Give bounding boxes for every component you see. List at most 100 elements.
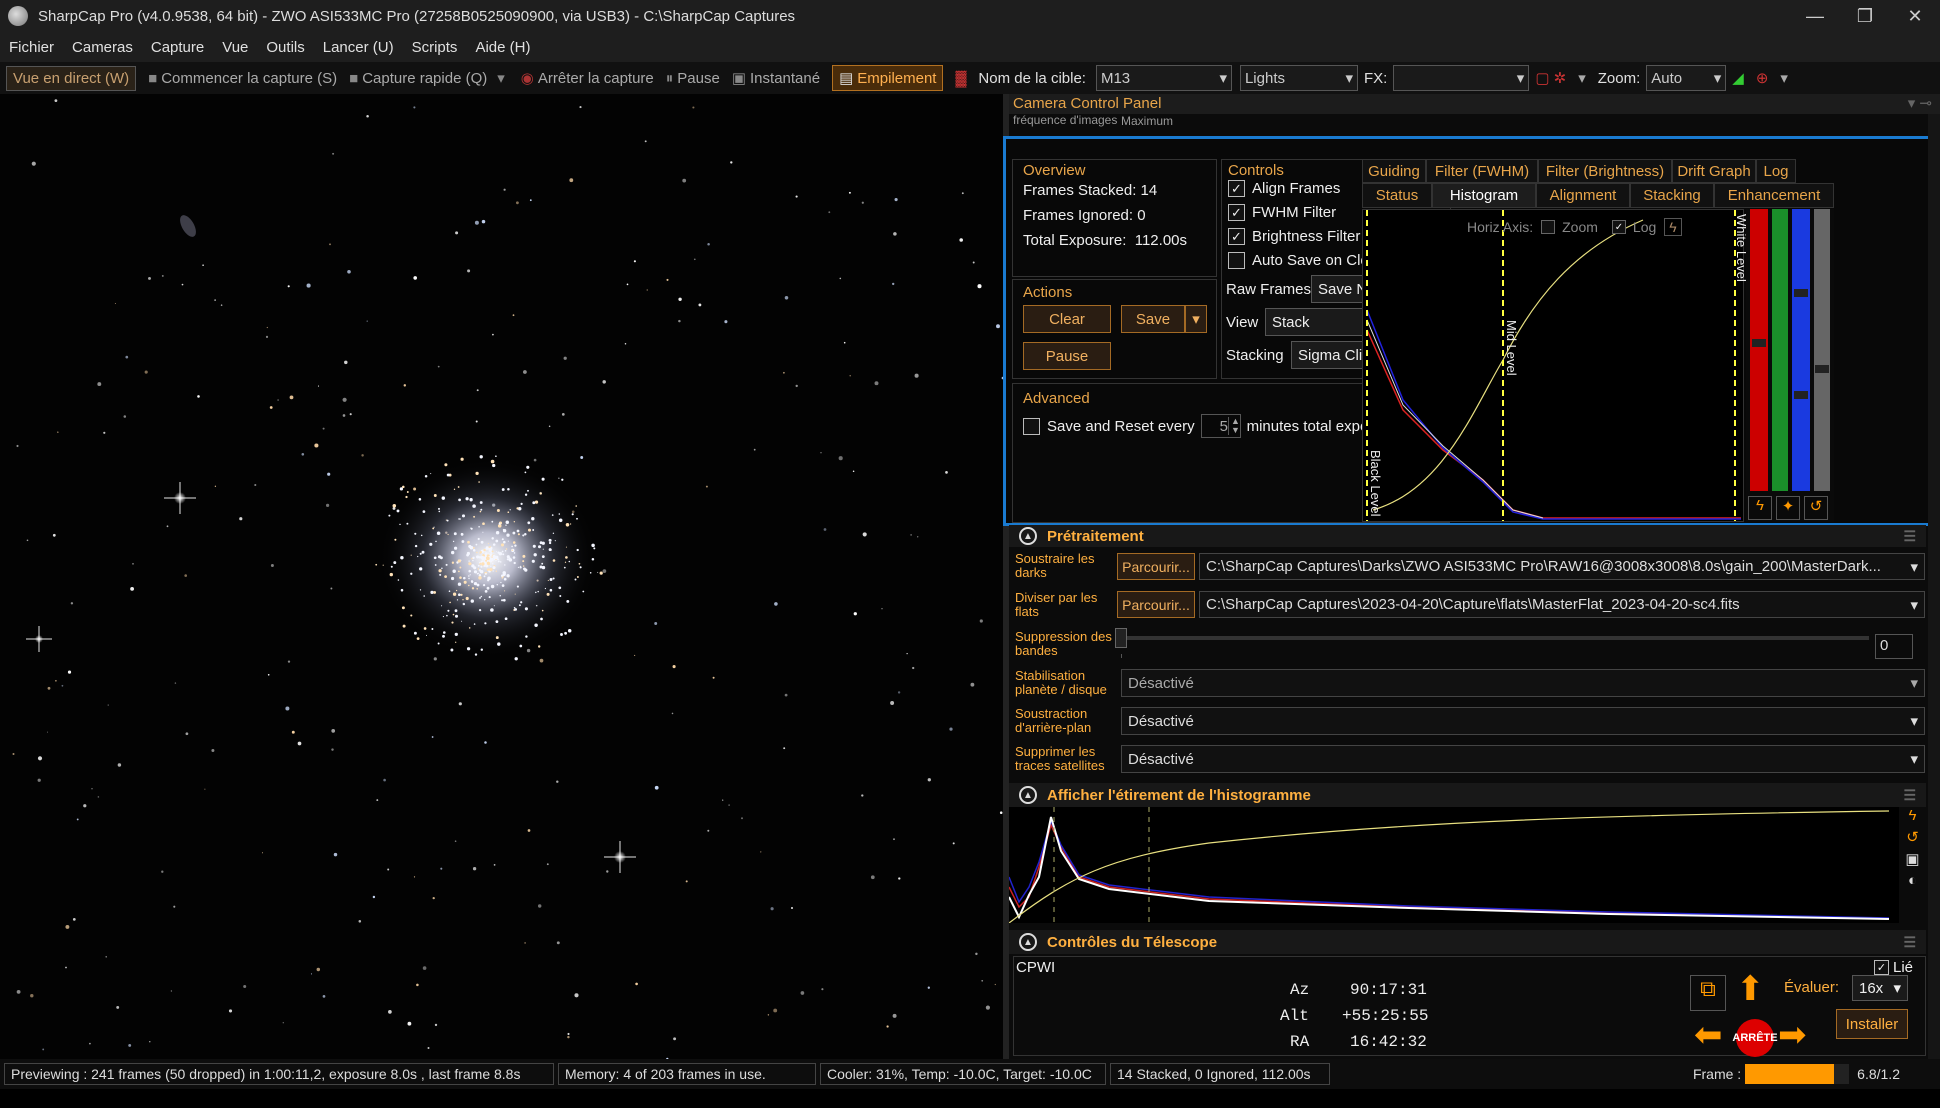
crosshair-icon[interactable]: ▢ ✲: [1535, 69, 1566, 87]
align-frames-checkbox[interactable]: ✓ Align Frames: [1228, 180, 1340, 197]
start-capture-button[interactable]: ■ Commencer la capture (S): [148, 70, 337, 87]
collapse-icon[interactable]: ▲: [1019, 527, 1037, 545]
slider-thumb[interactable]: [1815, 365, 1829, 373]
auto-stretch-icon[interactable]: ϟ: [1748, 496, 1772, 520]
tab-filter-brightness[interactable]: Filter (Brightness): [1538, 159, 1672, 183]
maximize-button[interactable]: ❐: [1840, 6, 1890, 27]
magnifier-icon[interactable]: ⊕: [1756, 69, 1769, 87]
stacking-button[interactable]: ▤ Empilement: [832, 65, 944, 91]
recording-icon[interactable]: ▓: [955, 70, 966, 87]
close-button[interactable]: ✕: [1890, 6, 1940, 27]
save-options-button[interactable]: ▾: [1185, 305, 1207, 333]
live-image-view[interactable]: [0, 94, 1003, 1059]
browse-darks-button[interactable]: Parcourir...: [1117, 553, 1195, 580]
rate-select[interactable]: 16x ▾: [1852, 975, 1908, 1001]
tab-filter-fwhm[interactable]: Filter (FWHM): [1426, 159, 1538, 183]
live-view-button[interactable]: Vue en direct (W): [6, 65, 137, 91]
tab-log[interactable]: Log: [1756, 159, 1796, 183]
slider-thumb[interactable]: [1794, 289, 1808, 297]
save-button[interactable]: Save: [1121, 305, 1185, 333]
banding-slider[interactable]: [1115, 628, 1869, 648]
menu-icon[interactable]: ☰: [1903, 528, 1916, 545]
menu-outils[interactable]: Outils: [266, 39, 304, 56]
stack-histogram[interactable]: Horiz Axis: Zoom ✓ Log ϟ Black Level Mid …: [1362, 209, 1749, 522]
pin-icon[interactable]: ▾ ⊸: [1908, 94, 1932, 114]
contrast-icon[interactable]: ◐: [1908, 872, 1917, 889]
save-icon[interactable]: ▣: [1905, 850, 1919, 868]
stop-mount-button[interactable]: ARRÊTE: [1732, 1019, 1778, 1057]
menu-icon[interactable]: ☰: [1903, 934, 1916, 951]
collapse-icon[interactable]: ▲: [1019, 933, 1037, 951]
chevron-down-icon[interactable]: ▾: [1780, 69, 1788, 87]
minimize-button[interactable]: —: [1790, 6, 1840, 27]
menu-fichier[interactable]: Fichier: [9, 39, 54, 56]
banding-value-input[interactable]: 0: [1875, 634, 1913, 659]
clear-button[interactable]: Clear: [1023, 305, 1111, 333]
chevron-down-icon[interactable]: ▾: [1578, 69, 1586, 87]
linked-checkbox[interactable]: ✓ Lié: [1874, 959, 1913, 976]
fwhm-filter-checkbox[interactable]: ✓ FWHM Filter: [1228, 204, 1336, 221]
save-reset-checkbox[interactable]: Save and Reset every 5 ▲ ▼ minutes total e…: [1023, 414, 1398, 438]
tab-alignment[interactable]: Alignment: [1536, 183, 1630, 208]
green-level-slider[interactable]: [1772, 209, 1788, 491]
panel-scrollbar[interactable]: [1928, 114, 1940, 1059]
luminance-level-slider[interactable]: [1814, 209, 1830, 491]
slider-thumb[interactable]: [1794, 391, 1808, 399]
setup-button[interactable]: Installer: [1836, 1009, 1908, 1039]
browse-flats-button[interactable]: Parcourir...: [1117, 591, 1195, 618]
red-level-slider[interactable]: [1750, 209, 1768, 491]
arrow-up-icon[interactable]: ⬆: [1736, 971, 1765, 1007]
tab-drift-graph[interactable]: Drift Graph: [1672, 159, 1756, 183]
pause-stack-button[interactable]: Pause: [1023, 342, 1111, 370]
menu-scripts[interactable]: Scripts: [412, 39, 458, 56]
tab-stacking[interactable]: Stacking: [1630, 183, 1714, 208]
arrow-right-icon[interactable]: ➡: [1778, 1017, 1807, 1053]
histogram-icon[interactable]: ◢: [1732, 69, 1744, 87]
tab-histogram[interactable]: Histogram: [1432, 183, 1536, 208]
quick-capture-button[interactable]: ■ Capture rapide (Q) ▾: [349, 69, 509, 88]
star-icon[interactable]: ✦: [1776, 496, 1800, 520]
menu-lancer[interactable]: Lancer (U): [323, 39, 394, 56]
spinner-arrows-icon[interactable]: ▲ ▼: [1227, 417, 1242, 435]
preprocessing-header[interactable]: ▲ Prétraitement ☰: [1009, 525, 1926, 547]
collapse-icon[interactable]: ▲: [1019, 786, 1037, 804]
planet-stabilization-select[interactable]: Désactivé ▾: [1121, 669, 1925, 697]
tab-guiding[interactable]: Guiding: [1362, 159, 1426, 183]
rgb-level-sliders[interactable]: ϟ ✦ ↺: [1746, 209, 1834, 522]
slider-thumb[interactable]: [1115, 628, 1127, 648]
tab-status[interactable]: Status: [1362, 183, 1432, 208]
sync-icon[interactable]: ⧉: [1690, 975, 1726, 1011]
log-checkbox[interactable]: ✓: [1611, 220, 1626, 234]
blue-level-slider[interactable]: [1792, 209, 1810, 491]
menu-capture[interactable]: Capture: [151, 39, 204, 56]
menu-cameras[interactable]: Cameras: [72, 39, 133, 56]
snapshot-button[interactable]: ▣ Instantané: [732, 69, 820, 88]
fx-select[interactable]: ▾: [1393, 65, 1530, 91]
frame-type-select[interactable]: Lights ▾: [1239, 65, 1358, 91]
auto-stretch-icon[interactable]: ϟ: [1909, 807, 1917, 824]
star: [413, 106, 416, 109]
menu-icon[interactable]: ☰: [1903, 787, 1916, 804]
menu-vue[interactable]: Vue: [222, 39, 248, 56]
zoom-checkbox[interactable]: [1541, 220, 1556, 234]
target-name-input[interactable]: M13 ▾: [1095, 65, 1232, 91]
reset-icon[interactable]: ↺: [1804, 496, 1828, 520]
flats-path-select[interactable]: C:\SharpCap Captures\2023-04-20\Capture\…: [1199, 591, 1925, 618]
pause-button[interactable]: ⏸ Pause: [666, 70, 720, 87]
telescope-header[interactable]: ▲ Contrôles du Télescope ☰: [1009, 930, 1926, 954]
tab-enhancement[interactable]: Enhancement: [1714, 183, 1834, 208]
histogram-stretch-header[interactable]: ▲ Afficher l'étirement de l'histogramme ☰: [1009, 783, 1926, 807]
lightning-icon[interactable]: ϟ: [1664, 218, 1682, 236]
menu-aide[interactable]: Aide (H): [475, 39, 530, 56]
zoom-select[interactable]: Auto ▾: [1646, 65, 1727, 91]
minutes-spinner[interactable]: 5 ▲ ▼: [1200, 414, 1242, 438]
background-subtraction-select[interactable]: Désactivé ▾: [1121, 707, 1925, 735]
brightness-filter-checkbox[interactable]: ✓ Brightness Filter: [1228, 228, 1360, 245]
stop-capture-button[interactable]: ◉ Arrêter la capture: [521, 69, 654, 88]
slider-thumb[interactable]: [1752, 339, 1766, 347]
satellite-trails-select[interactable]: Désactivé ▾: [1121, 745, 1925, 773]
arrow-left-icon[interactable]: ⬅: [1694, 1017, 1723, 1053]
display-stretch-histogram[interactable]: [1008, 807, 1899, 924]
darks-path-select[interactable]: C:\SharpCap Captures\Darks\ZWO ASI533MC …: [1199, 553, 1925, 580]
reset-icon[interactable]: ↺: [1906, 828, 1919, 846]
